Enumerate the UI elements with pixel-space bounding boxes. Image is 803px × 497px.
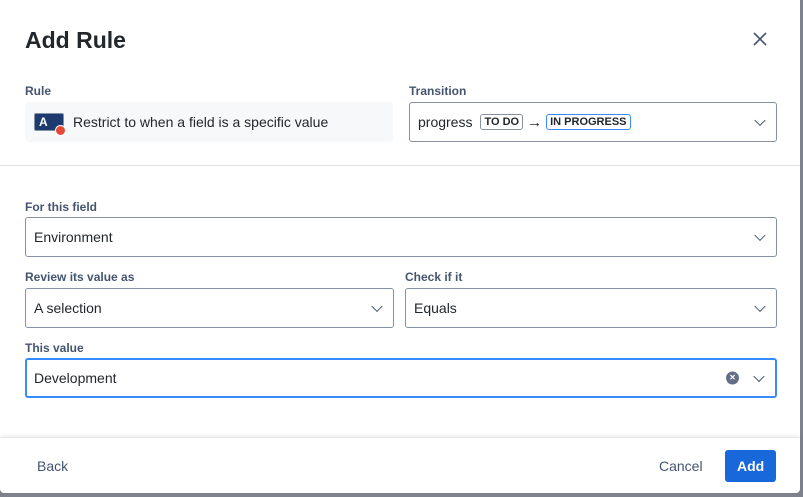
chevron-down-icon [371,300,383,313]
rule-label: Rule [25,84,52,98]
add-button[interactable]: Add [725,450,777,482]
transition-select[interactable]: progress TO DO → IN PROGRESS [409,102,777,142]
check-select[interactable]: Equals [405,288,777,328]
chevron-down-icon [754,300,766,313]
review-value: A selection [34,300,102,316]
this-value-value: Development [34,370,117,386]
close-icon[interactable] [750,29,770,49]
to-status-lozenge: IN PROGRESS [546,114,631,130]
rule-display: A Restrict to when a field is a specific… [25,102,393,142]
chevron-down-icon [754,114,766,127]
add-rule-dialog: Add Rule Rule A Restrict to when a field… [0,0,800,493]
cancel-button[interactable]: Cancel [647,450,715,482]
transition-name: progress [418,114,473,130]
clear-icon[interactable]: × [726,371,739,385]
from-status-lozenge: TO DO [480,114,524,130]
this-value-label: This value [25,341,84,355]
rule-icon-letter: A [39,115,48,129]
field-value: Environment [34,229,113,245]
check-value: Equals [414,300,457,316]
dialog-footer: Back Cancel Add [0,437,800,493]
review-label: Review its value as [25,270,135,284]
check-label: Check if it [405,270,463,284]
field-value-rule-icon: A [34,113,66,136]
arrow-right-icon: → [527,113,543,131]
back-button[interactable]: Back [25,450,80,482]
chevron-down-icon [754,229,766,242]
rule-text: Restrict to when a field is a specific v… [73,114,329,130]
review-select[interactable]: A selection [25,288,394,328]
lock-icon [55,125,66,136]
transition-label: Transition [409,84,467,98]
field-select[interactable]: Environment [25,217,777,257]
field-label: For this field [25,200,97,214]
divider [0,165,800,166]
dialog-title: Add Rule [25,27,126,53]
chevron-down-icon [753,370,765,383]
this-value-select[interactable]: Development × [25,358,777,398]
